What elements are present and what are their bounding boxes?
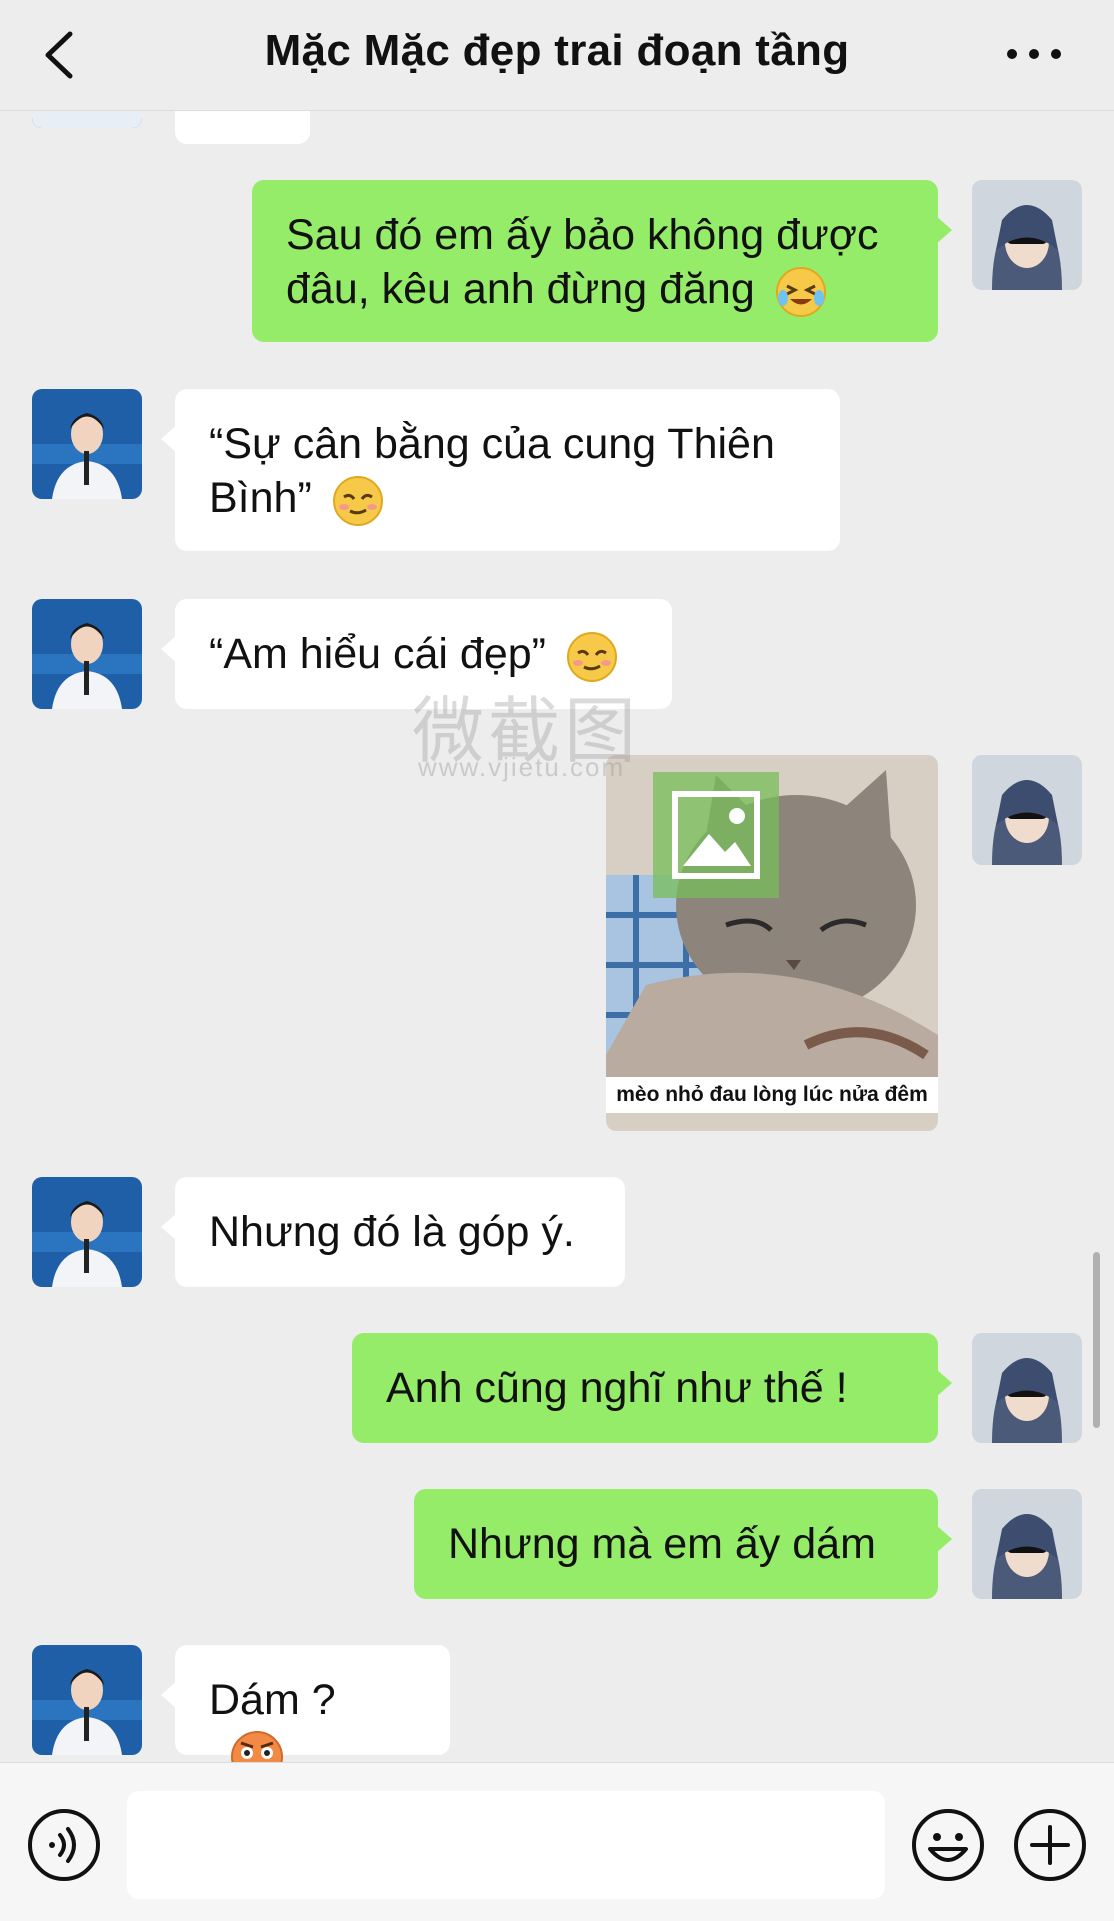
message-bubble-received[interactable]: “Sự cân bằng của cung Thiên Bình” <box>161 389 840 551</box>
input-bar <box>0 1762 1114 1921</box>
chat-title: Mặc Mặc đẹp trai đoạn tầng <box>264 26 850 75</box>
message-text: Dám ? <box>209 1676 336 1724</box>
my-avatar[interactable] <box>972 1489 1082 1599</box>
message-text: Nhưng đó là góp ý. <box>209 1208 575 1256</box>
contact-avatar[interactable] <box>32 389 142 499</box>
message-bubble-sent[interactable]: Nhưng mà em ấy dám <box>414 1489 952 1599</box>
message-bubble-sent[interactable]: Sau đó em ấy bảo không được đâu, kêu anh… <box>252 180 952 342</box>
sticker-caption: mèo nhỏ đau lòng lúc nửa đêm <box>606 1077 938 1113</box>
smug-emoji-icon <box>332 475 383 526</box>
message-text: “Sự cân bằng của cung Thiên Bình” <box>209 420 775 522</box>
contact-avatar[interactable] <box>32 110 142 128</box>
contact-avatar[interactable] <box>32 599 142 709</box>
more-options-icon[interactable] <box>1002 36 1066 72</box>
message-bubble-received[interactable]: Nhưng đó là góp ý. <box>161 1177 625 1287</box>
message-input[interactable] <box>127 1791 885 1899</box>
emoji-picker-icon[interactable] <box>910 1807 986 1883</box>
message-text: Nhưng mà em ấy dám <box>448 1520 876 1568</box>
contact-avatar[interactable] <box>32 1177 142 1287</box>
message-text: “Am hiểu cái đẹp” <box>209 630 546 678</box>
message-bubble-sent[interactable]: Anh cũng nghĩ như thế ! <box>352 1333 952 1443</box>
message-bubble-received[interactable]: Dám ? <box>161 1645 450 1762</box>
chat-header: Mặc Mặc đẹp trai đoạn tầng <box>0 0 1114 111</box>
message-bubble[interactable] <box>175 110 310 144</box>
message-list[interactable]: Sau đó em ấy bảo không được đâu, kêu anh… <box>0 110 1114 1762</box>
add-more-icon[interactable] <box>1012 1807 1088 1883</box>
contact-avatar[interactable] <box>32 1645 142 1755</box>
watermark-url: www.vjietu.com <box>418 752 626 782</box>
scrollbar[interactable] <box>1093 1252 1100 1428</box>
watermark-image-icon <box>653 772 779 898</box>
my-avatar[interactable] <box>972 755 1082 865</box>
message-text: Anh cũng nghĩ như thế ! <box>386 1364 848 1412</box>
shocked-sweat-emoji-icon <box>231 1730 283 1762</box>
laughing-tears-emoji-icon <box>775 266 826 317</box>
my-avatar[interactable] <box>972 1333 1082 1443</box>
voice-input-icon[interactable] <box>26 1807 102 1883</box>
my-avatar[interactable] <box>972 180 1082 290</box>
